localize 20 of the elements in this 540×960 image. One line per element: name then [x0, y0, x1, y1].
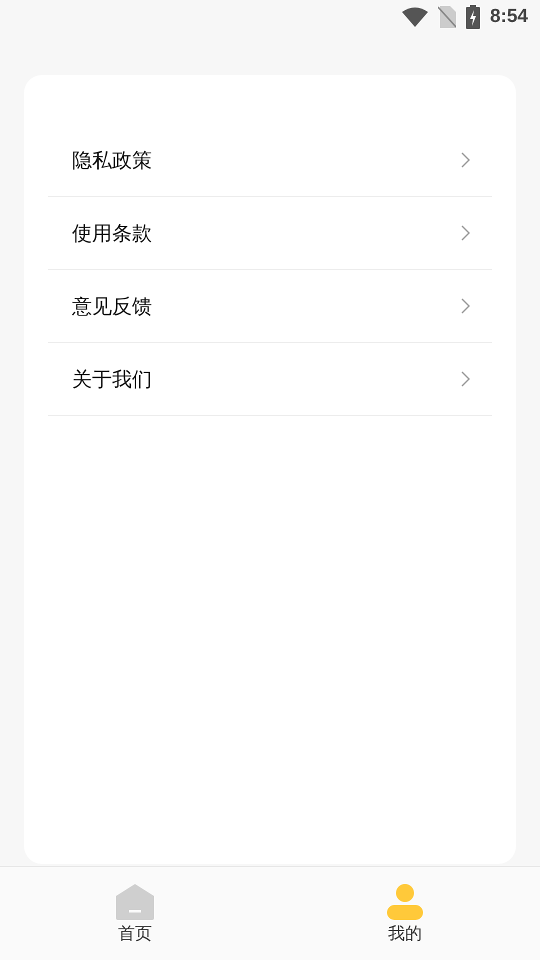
- chevron-right-icon: [461, 298, 470, 314]
- person-icon: [386, 884, 424, 920]
- menu-item[interactable]: 使用条款: [48, 197, 492, 270]
- menu-item[interactable]: 隐私政策: [48, 124, 492, 197]
- menu-item[interactable]: 关于我们: [48, 343, 492, 416]
- battery-charging-icon: [466, 5, 480, 29]
- menu-item-label: 关于我们: [72, 366, 152, 392]
- wifi-icon: [402, 7, 428, 27]
- status-time: 8:54: [490, 6, 528, 28]
- tab[interactable]: 首页: [0, 867, 270, 960]
- chevron-right-icon: [461, 225, 470, 241]
- chevron-right-icon: [461, 371, 470, 387]
- no-sim-icon: [438, 6, 456, 28]
- home-icon: [116, 884, 154, 920]
- menu-item-label: 意见反馈: [72, 292, 152, 320]
- tab[interactable]: 我的: [270, 867, 540, 960]
- menu-item-label: 隐私政策: [72, 146, 152, 174]
- menu-item-label: 使用条款: [72, 220, 152, 246]
- menu-item[interactable]: 意见反馈: [48, 270, 492, 343]
- chevron-right-icon: [461, 152, 470, 168]
